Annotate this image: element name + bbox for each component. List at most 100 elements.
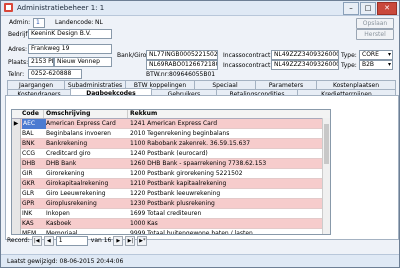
table-row[interactable]: CCG Creditcard giro 1240 Postbank (eurocar… xyxy=(12,149,330,159)
row-selector[interactable] xyxy=(12,199,21,209)
cell-omschrijving[interactable]: American Express Card xyxy=(46,119,128,129)
row-selector[interactable] xyxy=(12,229,21,234)
cell-omschrijving[interactable]: Kasboek xyxy=(46,219,128,229)
cell-omschrijving[interactable]: Beginbalans invoeren xyxy=(46,129,128,139)
row-selector[interactable] xyxy=(12,149,21,159)
title-bar: Administratiebeheer 1: 1 – □ ✕ xyxy=(1,1,399,16)
table-row[interactable]: KAS Kasboek 1000 Kas xyxy=(12,219,330,229)
telnr-field[interactable]: 0252-620888 xyxy=(28,69,82,79)
row-selector[interactable] xyxy=(12,209,21,219)
cell-rekening[interactable]: 1210 Postbank kapitaalrekening xyxy=(130,179,320,189)
opslaan-button[interactable]: Opslaan xyxy=(356,18,394,29)
cell-rekening[interactable]: 2010 Tegenrekening beginbalans xyxy=(130,129,320,139)
row-selector[interactable] xyxy=(12,159,21,169)
col-header-omschrijving[interactable]: Omschrijving xyxy=(44,110,128,118)
table-row[interactable]: GKR Girokapitaalrekening 1210 Postbank kap… xyxy=(12,179,330,189)
cell-omschrijving[interactable]: Giro Leeuwrekening xyxy=(46,189,128,199)
bank1-field[interactable]: NL77INGB0005221502 xyxy=(146,50,218,60)
type2-select[interactable]: B2B xyxy=(359,60,393,70)
table-row[interactable]: INK Inkopen 1699 Totaal crediteuren xyxy=(12,209,330,219)
cell-rekening[interactable]: 9999 Totaal buitengewone baten / lasten xyxy=(130,229,320,234)
cell-code[interactable]: INK xyxy=(22,209,44,219)
cell-rekening[interactable]: 1699 Totaal crediteuren xyxy=(130,209,320,219)
cell-omschrijving[interactable]: Giroplusrekening xyxy=(46,199,128,209)
table-row[interactable]: GIR Girorekening 1200 Postbank girorekenin… xyxy=(12,169,330,179)
cell-code[interactable]: BAL xyxy=(22,129,44,139)
adres-field[interactable]: Frankweg 19 xyxy=(28,44,112,54)
last-record-button[interactable]: ▶| xyxy=(125,235,136,246)
table-row[interactable]: ▶ AEC American Express Card 1241 American E… xyxy=(12,119,330,129)
table-row[interactable]: GPR Giroplusrekening 1230 Postbank plusrek… xyxy=(12,199,330,209)
cell-omschrijving[interactable]: Creditcard giro xyxy=(46,149,128,159)
close-button[interactable]: ✕ xyxy=(377,2,397,15)
maximize-button[interactable]: □ xyxy=(360,2,376,15)
table-row[interactable]: BAL Beginbalans invoeren 2010 Tegenrekenin… xyxy=(12,129,330,139)
table-row[interactable]: MEM Memoriaal 9999 Totaal buitengewone bat… xyxy=(12,229,330,234)
next-record-button[interactable]: ▶ xyxy=(113,235,124,246)
row-selector[interactable] xyxy=(12,169,21,179)
postcode-field[interactable]: 2153 PD xyxy=(28,57,54,67)
cell-omschrijving[interactable]: Bankrekening xyxy=(46,139,128,149)
incasso1-field[interactable]: NL49ZZZ340932600000 xyxy=(271,50,339,60)
cell-rekening[interactable]: 1240 Postbank (eurocard) xyxy=(130,149,320,159)
table-row[interactable]: DHB DHB Bank 1260 DHB Bank - spaarrekening… xyxy=(12,159,330,169)
cell-code[interactable]: AEC xyxy=(22,119,46,129)
cell-rekening[interactable]: 1200 Postbank girorekening 5221502 xyxy=(130,169,320,179)
table-row[interactable]: GLR Giro Leeuwrekening 1220 Postbank leeuw… xyxy=(12,189,330,199)
cell-code[interactable]: BNK xyxy=(22,139,44,149)
cell-code[interactable]: KAS xyxy=(22,219,44,229)
cell-code[interactable]: GLR xyxy=(22,189,44,199)
new-record-button[interactable]: ▶* xyxy=(137,235,148,246)
btw-value: 809646055B01 xyxy=(169,71,216,78)
bank2-field[interactable]: NL69RABO0126672180 xyxy=(146,60,218,70)
col-header-code[interactable]: Code xyxy=(20,110,44,118)
row-selector[interactable] xyxy=(12,189,21,199)
cell-code[interactable]: GIR xyxy=(22,169,44,179)
row-selector[interactable] xyxy=(12,139,21,149)
bedrijf-label: Bedrijf: xyxy=(8,31,30,38)
prev-record-button[interactable]: ◀ xyxy=(43,235,54,246)
bedrijf-field[interactable]: KeeninK Design B.V. xyxy=(28,29,112,39)
telnr-label: Telnr: xyxy=(8,71,25,78)
cell-code[interactable]: GKR xyxy=(22,179,44,189)
btw-label: BTW.nr: xyxy=(146,71,170,78)
cell-rekening[interactable]: 1260 DHB Bank - spaarrekening 7738.62.15… xyxy=(130,159,320,169)
adres-label: Adres: xyxy=(8,46,27,53)
table-row[interactable]: BNK Bankrekening 1100 Rabobank zakenrek. 3… xyxy=(12,139,330,149)
first-record-button[interactable]: |◀ xyxy=(31,235,42,246)
row-selector[interactable] xyxy=(12,179,21,189)
herstel-button[interactable]: Herstel xyxy=(356,29,394,40)
cell-code[interactable]: CCG xyxy=(22,149,44,159)
application-window: Administratiebeheer 1: 1 – □ ✕ Admin: 1 … xyxy=(0,0,400,268)
cell-code[interactable]: GPR xyxy=(22,199,44,209)
status-bar: Laatst gewijzigd: 08-06-2015 20:44:06 xyxy=(1,254,399,267)
cell-rekening[interactable]: 1100 Rabobank zakenrek. 36.59.15.637 xyxy=(130,139,320,149)
grid-scrollbar[interactable] xyxy=(322,118,330,234)
minimize-button[interactable]: – xyxy=(343,2,359,15)
cell-rekening[interactable]: 1241 American Express Card xyxy=(130,119,320,129)
cell-omschrijving[interactable]: DHB Bank xyxy=(46,159,128,169)
admin-field[interactable]: 1 xyxy=(33,18,45,28)
incasso2-field[interactable]: NL49ZZZ340932600000 xyxy=(271,60,339,70)
cell-code[interactable]: MEM xyxy=(22,229,44,234)
cell-omschrijving[interactable]: Girorekening xyxy=(46,169,128,179)
cell-rekening[interactable]: 1220 Postbank leeuwrekening xyxy=(130,189,320,199)
cell-omschrijving[interactable]: Memoriaal xyxy=(46,229,128,234)
window-controls: – □ ✕ xyxy=(342,2,397,15)
record-number-field[interactable]: 1 xyxy=(55,235,88,246)
cell-rekening[interactable]: 1230 Postbank plusrekening xyxy=(130,199,320,209)
cell-rekening[interactable]: 1000 Kas xyxy=(130,219,320,229)
scroll-thumb[interactable] xyxy=(324,124,329,164)
cell-omschrijving[interactable]: Inkopen xyxy=(46,209,128,219)
cell-code[interactable]: DHB xyxy=(22,159,44,169)
record-label: Record: xyxy=(7,237,30,244)
col-header-rekening[interactable]: Rekkum xyxy=(128,110,322,118)
row-selector[interactable] xyxy=(12,219,21,229)
cell-omschrijving[interactable]: Girokapitaalrekening xyxy=(46,179,128,189)
row-selector[interactable]: ▶ xyxy=(12,119,21,129)
type-label-1: Type: xyxy=(341,52,357,59)
landencode-label: Landencode: xyxy=(55,19,94,26)
type1-select[interactable]: CORE xyxy=(359,50,393,60)
plaats-field[interactable]: Nieuw Vennep xyxy=(54,57,112,67)
row-selector[interactable] xyxy=(12,129,21,139)
